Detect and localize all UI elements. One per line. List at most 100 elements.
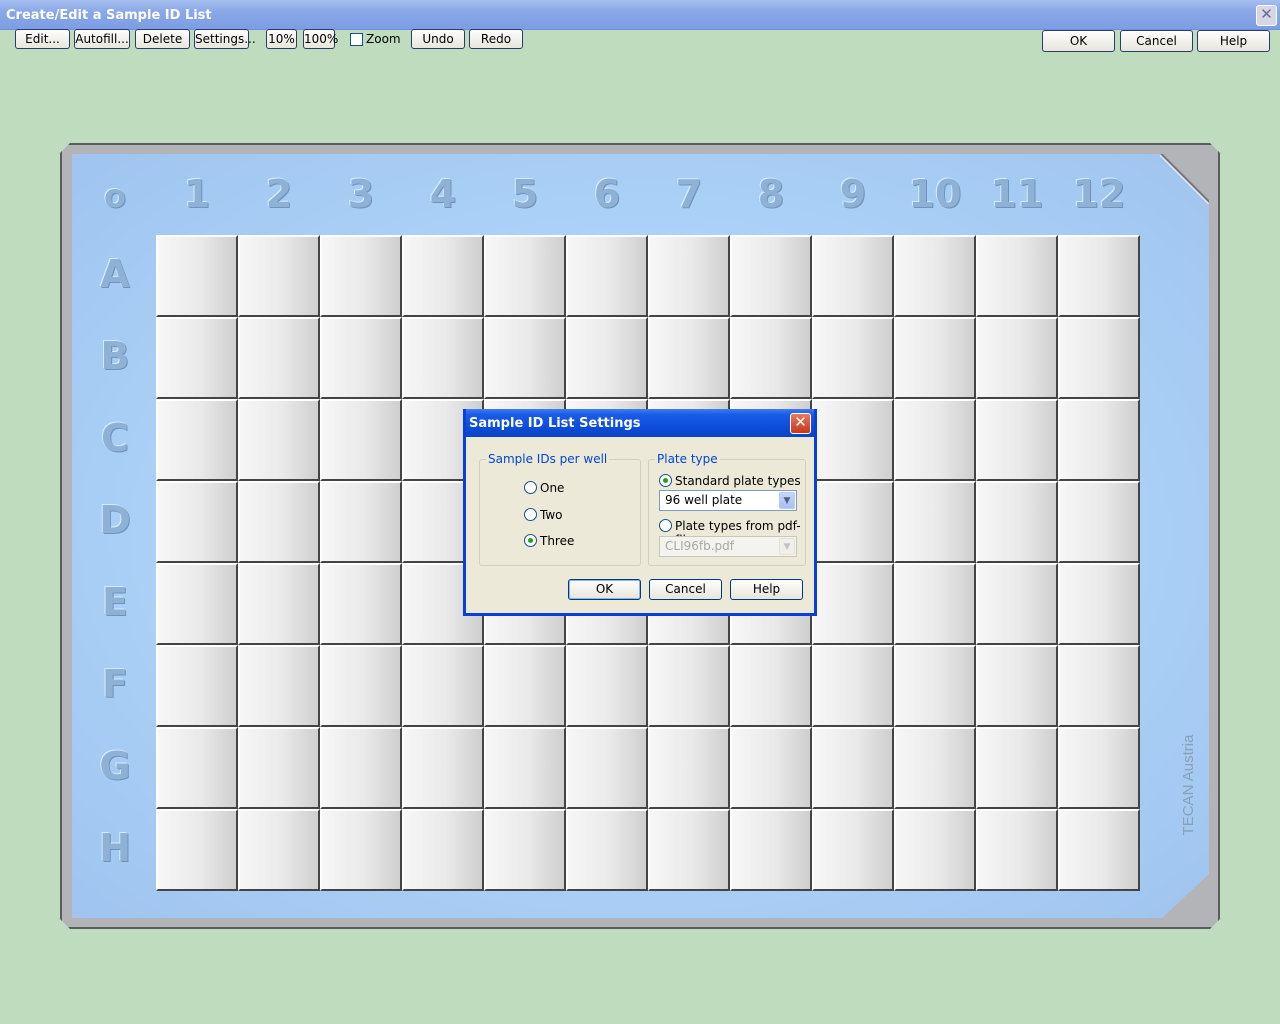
well-B1[interactable] — [156, 317, 238, 399]
well-A7[interactable] — [648, 235, 730, 317]
well-H11[interactable] — [976, 809, 1058, 891]
well-E10[interactable] — [894, 563, 976, 645]
well-G10[interactable] — [894, 727, 976, 809]
well-H4[interactable] — [402, 809, 484, 891]
well-F9[interactable] — [812, 645, 894, 727]
well-A4[interactable] — [402, 235, 484, 317]
ok-button[interactable]: OK — [1042, 30, 1115, 52]
well-A10[interactable] — [894, 235, 976, 317]
well-H9[interactable] — [812, 809, 894, 891]
dialog-ok-button[interactable]: OK — [568, 579, 641, 600]
well-A1[interactable] — [156, 235, 238, 317]
radio-three[interactable] — [524, 534, 537, 547]
well-A2[interactable] — [238, 235, 320, 317]
well-E1[interactable] — [156, 563, 238, 645]
well-B6[interactable] — [566, 317, 648, 399]
well-B5[interactable] — [484, 317, 566, 399]
zoom-10-button[interactable]: 10% — [266, 29, 297, 49]
well-D10[interactable] — [894, 481, 976, 563]
well-H12[interactable] — [1058, 809, 1140, 891]
well-F10[interactable] — [894, 645, 976, 727]
well-B11[interactable] — [976, 317, 1058, 399]
well-A3[interactable] — [320, 235, 402, 317]
well-H10[interactable] — [894, 809, 976, 891]
edit-button[interactable]: Edit... — [15, 29, 70, 49]
well-A8[interactable] — [730, 235, 812, 317]
well-A6[interactable] — [566, 235, 648, 317]
well-A12[interactable] — [1058, 235, 1140, 317]
well-E2[interactable] — [238, 563, 320, 645]
dialog-help-button[interactable]: Help — [730, 579, 803, 600]
well-F6[interactable] — [566, 645, 648, 727]
well-C1[interactable] — [156, 399, 238, 481]
well-B2[interactable] — [238, 317, 320, 399]
well-G11[interactable] — [976, 727, 1058, 809]
well-G12[interactable] — [1058, 727, 1140, 809]
well-G7[interactable] — [648, 727, 730, 809]
autofill-button[interactable]: Autofill... — [74, 29, 130, 49]
radio-one[interactable] — [524, 481, 537, 494]
well-F1[interactable] — [156, 645, 238, 727]
well-D1[interactable] — [156, 481, 238, 563]
well-B8[interactable] — [730, 317, 812, 399]
well-E3[interactable] — [320, 563, 402, 645]
well-E11[interactable] — [976, 563, 1058, 645]
well-D9[interactable] — [812, 481, 894, 563]
help-button[interactable]: Help — [1197, 30, 1270, 52]
well-B12[interactable] — [1058, 317, 1140, 399]
zoom-checkbox[interactable] — [350, 33, 363, 46]
well-D2[interactable] — [238, 481, 320, 563]
well-G8[interactable] — [730, 727, 812, 809]
well-G9[interactable] — [812, 727, 894, 809]
well-B10[interactable] — [894, 317, 976, 399]
window-close-button[interactable]: ✕ — [1256, 5, 1277, 26]
radio-standard-plate-types[interactable] — [659, 474, 672, 487]
well-B4[interactable] — [402, 317, 484, 399]
well-C12[interactable] — [1058, 399, 1140, 481]
zoom-100-button[interactable]: 100% — [303, 29, 338, 49]
radio-two[interactable] — [524, 508, 537, 521]
chevron-down-icon[interactable]: ▼ — [779, 492, 795, 509]
well-E9[interactable] — [812, 563, 894, 645]
well-G3[interactable] — [320, 727, 402, 809]
settings-button[interactable]: Settings... — [194, 29, 256, 49]
well-H2[interactable] — [238, 809, 320, 891]
dialog-cancel-button[interactable]: Cancel — [649, 579, 722, 600]
well-G6[interactable] — [566, 727, 648, 809]
well-F7[interactable] — [648, 645, 730, 727]
well-D3[interactable] — [320, 481, 402, 563]
well-C2[interactable] — [238, 399, 320, 481]
well-F4[interactable] — [402, 645, 484, 727]
well-G5[interactable] — [484, 727, 566, 809]
delete-button[interactable]: Delete — [135, 29, 190, 49]
well-H3[interactable] — [320, 809, 402, 891]
standard-plate-select[interactable]: 96 well plate ▼ — [659, 490, 797, 511]
well-A11[interactable] — [976, 235, 1058, 317]
well-H5[interactable] — [484, 809, 566, 891]
well-F3[interactable] — [320, 645, 402, 727]
redo-button[interactable]: Redo — [469, 29, 523, 49]
well-G4[interactable] — [402, 727, 484, 809]
radio-pdf-plate-types[interactable] — [659, 519, 672, 532]
well-F5[interactable] — [484, 645, 566, 727]
well-C10[interactable] — [894, 399, 976, 481]
well-H8[interactable] — [730, 809, 812, 891]
dialog-close-button[interactable]: ✕ — [790, 413, 811, 434]
well-H6[interactable] — [566, 809, 648, 891]
cancel-button[interactable]: Cancel — [1120, 30, 1193, 52]
well-G2[interactable] — [238, 727, 320, 809]
well-B9[interactable] — [812, 317, 894, 399]
well-F11[interactable] — [976, 645, 1058, 727]
well-H1[interactable] — [156, 809, 238, 891]
well-C3[interactable] — [320, 399, 402, 481]
well-C11[interactable] — [976, 399, 1058, 481]
well-E12[interactable] — [1058, 563, 1140, 645]
well-G1[interactable] — [156, 727, 238, 809]
well-F8[interactable] — [730, 645, 812, 727]
well-B7[interactable] — [648, 317, 730, 399]
well-A9[interactable] — [812, 235, 894, 317]
well-H7[interactable] — [648, 809, 730, 891]
well-C9[interactable] — [812, 399, 894, 481]
well-A5[interactable] — [484, 235, 566, 317]
well-D11[interactable] — [976, 481, 1058, 563]
